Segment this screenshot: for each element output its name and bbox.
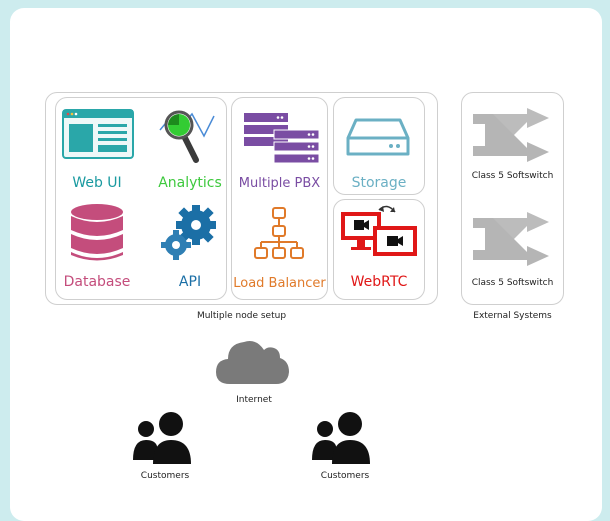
api-gears-icon <box>158 203 220 263</box>
external-systems-caption: External Systems <box>473 311 552 321</box>
database-label: Database <box>63 274 131 290</box>
load-balancer-icon <box>254 206 304 262</box>
analytics-icon <box>158 108 222 166</box>
softswitch-icon-top <box>471 108 551 162</box>
customers-label-left: Customers <box>140 471 190 481</box>
softswitch-label-bottom: Class 5 Softswitch <box>471 278 554 288</box>
softswitch-icon-bottom <box>471 212 551 266</box>
webrtc-icon <box>339 200 421 262</box>
analytics-label: Analytics <box>158 175 222 191</box>
web-ui-icon <box>62 109 134 159</box>
multiple-pbx-label: Multiple PBX <box>238 176 321 191</box>
database-icon <box>69 203 125 265</box>
load-balancer-label: Load Balancer <box>233 276 326 291</box>
node-setup-caption: Multiple node setup <box>196 311 287 321</box>
customers-icon-left <box>133 410 195 466</box>
multiple-pbx-icon <box>244 113 320 165</box>
internet-label: Internet <box>236 395 272 405</box>
storage-label: Storage <box>351 175 407 191</box>
storage-icon <box>346 114 410 158</box>
webrtc-label: WebRTC <box>350 274 408 290</box>
softswitch-label-top: Class 5 Softswitch <box>471 171 554 181</box>
cloud-icon <box>214 336 290 386</box>
api-label: API <box>178 274 202 290</box>
customers-icon-right <box>312 410 374 466</box>
customers-label-right: Customers <box>320 471 370 481</box>
web-ui-label: Web UI <box>72 175 122 191</box>
